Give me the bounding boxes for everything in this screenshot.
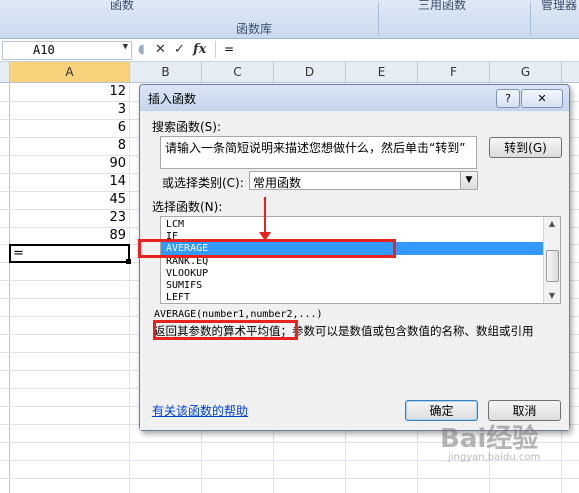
dialog-titlebar[interactable]: 插入函数 ? ✕ xyxy=(140,85,569,111)
select-all-corner[interactable] xyxy=(0,62,10,82)
cell-a1[interactable]: 12 xyxy=(10,83,128,101)
close-button[interactable]: ✕ xyxy=(521,89,563,108)
cell-a5[interactable]: 90 xyxy=(10,155,128,173)
ribbon-group-library-label: 函数库 xyxy=(236,22,273,36)
scroll-down-icon[interactable]: ▼ xyxy=(544,289,560,303)
fill-handle[interactable] xyxy=(126,259,131,264)
ribbon-group-defined[interactable]: 三用函数 xyxy=(418,0,466,13)
column-header-g[interactable]: G xyxy=(490,62,562,82)
function-item-left[interactable]: LEFT xyxy=(164,291,546,303)
cell-a2[interactable]: 3 xyxy=(10,101,128,119)
column-headers: A B C D E F G xyxy=(0,62,579,83)
column-header-c[interactable]: C xyxy=(202,62,274,82)
dialog-body: 搜索函数(S): 请输入一条简短说明来描述您想做什么，然后单击“转到” 转到(G… xyxy=(140,112,569,430)
active-cell-value: = xyxy=(13,246,24,261)
column-header-e[interactable]: E xyxy=(346,62,418,82)
ribbon-separator xyxy=(530,2,531,36)
column-header-h[interactable] xyxy=(562,62,579,82)
column-header-f[interactable]: F xyxy=(418,62,490,82)
category-label: 或选择类别(C): xyxy=(162,176,244,190)
name-box[interactable]: A10 ▼ xyxy=(2,41,132,60)
cell-a9[interactable]: 89 xyxy=(10,227,128,245)
name-box-value: A10 xyxy=(33,43,55,57)
formula-input[interactable]: = xyxy=(215,41,578,58)
chevron-down-icon[interactable]: ▼ xyxy=(460,172,477,189)
cancel-icon[interactable]: ✕ xyxy=(155,42,166,57)
column-header-a[interactable]: A xyxy=(10,62,130,82)
cell-a6[interactable]: 14 xyxy=(10,173,128,191)
dialog-title: 插入函数 xyxy=(148,92,197,106)
category-select-value: 常用函数 xyxy=(253,176,302,190)
ribbon-separator xyxy=(378,2,379,36)
formula-bar: A10 ▼ ◖ ✕ ✓ fx = xyxy=(0,39,579,62)
function-list[interactable]: LCM IF AVERAGE RANK.EQ VLOOKUP SUMIFS LE… xyxy=(160,216,561,304)
help-button[interactable]: ? xyxy=(496,89,520,108)
function-help-link[interactable]: 有关该函数的帮助 xyxy=(152,402,248,419)
ribbon: 函数 函数库 三用函数 管理器 xyxy=(0,0,579,39)
search-input-value: 请输入一条简短说明来描述您想做什么，然后单击“转到” xyxy=(165,141,466,155)
watermark-url: jingyan.baidu.com xyxy=(448,452,541,463)
chevron-down-icon[interactable]: ▼ xyxy=(123,42,128,52)
grid-line xyxy=(0,478,579,479)
cell-a3[interactable]: 6 xyxy=(10,119,128,137)
column-header-d[interactable]: D xyxy=(274,62,346,82)
ribbon-group-function[interactable]: 函数 xyxy=(110,0,134,13)
annotation-arrow xyxy=(264,197,266,233)
column-header-b[interactable]: B xyxy=(130,62,202,82)
watermark-logo: Bai经验 xyxy=(440,424,539,454)
function-syntax: AVERAGE(number1,number2,...) xyxy=(154,309,323,320)
cell-a7[interactable]: 45 xyxy=(10,191,128,209)
active-cell-a10[interactable]: = xyxy=(9,244,130,263)
select-function-label: 选择函数(N): xyxy=(152,200,223,214)
search-input[interactable]: 请输入一条简短说明来描述您想做什么，然后单击“转到” xyxy=(160,136,477,169)
grip-icon: ◖ xyxy=(138,42,145,57)
annotation-box-description xyxy=(153,320,298,340)
scrollbar-thumb[interactable] xyxy=(546,250,559,282)
cell-a4[interactable]: 8 xyxy=(10,137,128,155)
insert-function-icon[interactable]: fx xyxy=(193,42,206,57)
go-button[interactable]: 转到(G) xyxy=(489,137,562,158)
cell-a8[interactable]: 23 xyxy=(10,209,128,227)
search-label: 搜索函数(S): xyxy=(152,120,222,134)
function-list-scrollbar[interactable]: ▲ ▼ xyxy=(543,217,560,303)
scroll-up-icon[interactable]: ▲ xyxy=(544,217,560,231)
enter-icon[interactable]: ✓ xyxy=(174,42,185,57)
annotation-box-average xyxy=(138,239,396,258)
ribbon-group-manager[interactable]: 管理器 xyxy=(541,0,577,13)
category-select[interactable]: 常用函数 ▼ xyxy=(249,171,478,190)
formula-input-value: = xyxy=(224,42,235,56)
close-icon: ✕ xyxy=(537,92,547,105)
annotation-arrow-head xyxy=(259,232,271,241)
